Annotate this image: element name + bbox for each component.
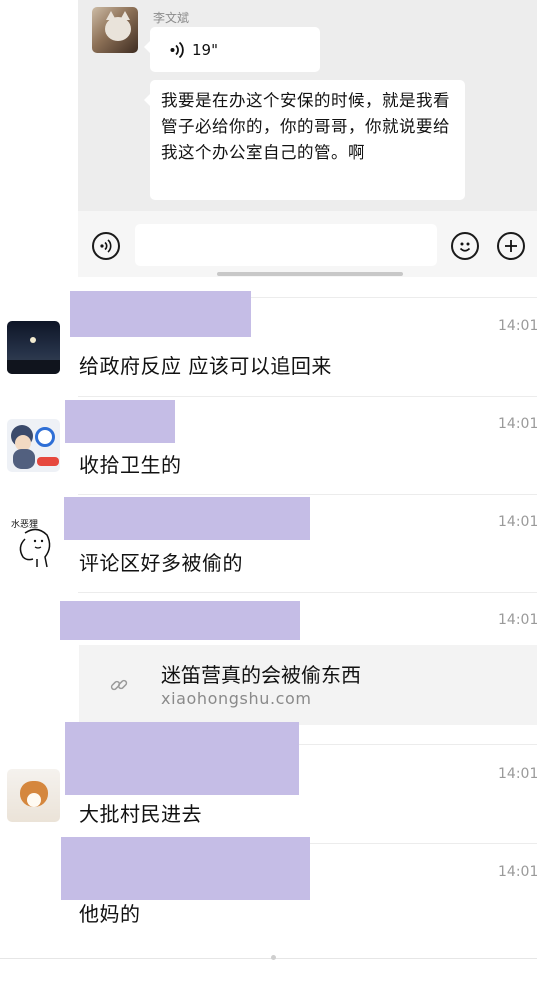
message-time: 14:01 xyxy=(498,514,537,530)
sender-name: 李文斌 xyxy=(153,11,190,25)
voice-duration: 19" xyxy=(192,40,218,59)
message-text[interactable]: 收拾卫生的 xyxy=(79,449,182,478)
divider xyxy=(78,396,537,397)
link-card[interactable]: 迷笛营真的会被偷东西 xiaohongshu.com xyxy=(79,645,537,725)
redacted-name xyxy=(65,722,299,795)
cartoon-avatar[interactable] xyxy=(7,419,60,472)
emoji-icon xyxy=(459,242,471,252)
redacted-name xyxy=(65,400,175,443)
sketch-character-icon: 水恶狸 xyxy=(11,518,51,568)
avatar-badge: 水恶狸 xyxy=(11,518,38,530)
plus-icon xyxy=(505,240,517,252)
link-domain: xiaohongshu.com xyxy=(161,689,312,708)
voice-toggle-button[interactable] xyxy=(92,232,120,260)
message-time: 14:01 xyxy=(498,766,537,782)
redacted-name xyxy=(64,497,310,540)
redacted-name xyxy=(70,291,251,337)
dog-avatar[interactable] xyxy=(7,769,60,822)
scroll-indicator-dot xyxy=(271,955,276,960)
moon-night-avatar[interactable] xyxy=(7,321,60,374)
link-icon xyxy=(109,675,129,695)
message-time: 14:01 xyxy=(498,864,537,880)
emoji-button[interactable] xyxy=(451,232,479,260)
message-time: 14:01 xyxy=(498,612,537,628)
redacted-name xyxy=(61,837,310,900)
voice-message-bubble[interactable]: 19" xyxy=(144,27,320,72)
voice-toggle-icon xyxy=(100,239,112,253)
message-text[interactable]: 给政府反应 应该可以追回来 xyxy=(79,350,332,379)
sketch-avatar[interactable]: 水恶狸 xyxy=(7,517,60,570)
moon-icon xyxy=(30,337,36,343)
bottom-divider xyxy=(0,958,537,959)
message-text[interactable]: 大批村民进去 xyxy=(79,798,202,827)
home-indicator xyxy=(217,272,403,276)
sender-avatar[interactable] xyxy=(92,7,138,53)
voice-wave-icon xyxy=(170,41,184,59)
link-title: 迷笛营真的会被偷东西 xyxy=(161,663,361,687)
quoted-chat-screenshot: 李文斌 19" 我要是在办这个安保的时候，就是我看管子必给你的，你的哥哥，你就说… xyxy=(78,0,537,277)
chat-input-bar xyxy=(78,211,537,277)
message-time: 14:01 xyxy=(498,416,537,432)
divider xyxy=(78,494,537,495)
redacted-name xyxy=(60,601,300,640)
text-message-bubble[interactable]: 我要是在办这个安保的时候，就是我看管子必给你的，你的哥哥，你就说要给我这个办公室… xyxy=(144,80,465,200)
divider xyxy=(78,592,537,593)
message-text[interactable]: 评论区好多被偷的 xyxy=(79,547,243,576)
message-input[interactable] xyxy=(135,224,437,266)
message-text[interactable]: 他妈的 xyxy=(79,898,141,927)
message-time: 14:01 xyxy=(498,318,537,334)
cat-face-icon xyxy=(105,11,131,41)
more-button[interactable] xyxy=(497,232,525,260)
